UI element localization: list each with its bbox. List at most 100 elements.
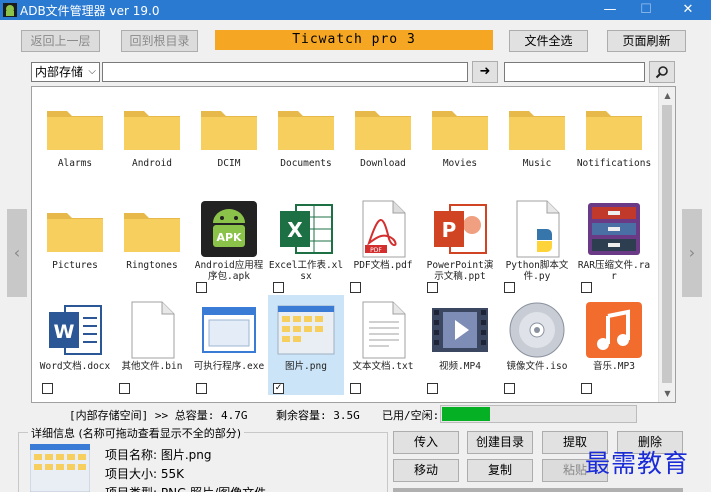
file-item[interactable]: P PowerPoint演示文稿.ppt xyxy=(422,194,498,294)
item-checkbox[interactable] xyxy=(196,282,207,293)
item-checkbox[interactable] xyxy=(427,383,438,394)
file-item[interactable]: 其他文件.bin xyxy=(114,295,190,395)
bottom-edge-strip xyxy=(393,488,683,492)
storage-usage-bar xyxy=(440,405,637,423)
item-checkbox[interactable] xyxy=(42,383,53,394)
folder-item[interactable]: Movies xyxy=(422,92,498,192)
item-label: 音乐.MP3 xyxy=(593,361,635,372)
path-input[interactable] xyxy=(102,62,468,82)
png-file-icon xyxy=(276,300,336,360)
folder-item[interactable]: Music xyxy=(499,92,575,192)
item-checkbox[interactable] xyxy=(581,383,592,394)
mp3-file-icon xyxy=(584,300,644,360)
refresh-button[interactable]: 页面刷新 xyxy=(607,30,686,52)
watermark-logo: 最需教育 xyxy=(585,449,690,478)
svg-text:X: X xyxy=(287,218,303,242)
search-input[interactable] xyxy=(504,62,645,82)
item-label: Excel工作表.xlsx xyxy=(268,260,344,282)
folder-item[interactable]: Download xyxy=(345,92,421,192)
item-label: Movies xyxy=(442,158,478,169)
upload-button[interactable]: 传入 xyxy=(393,431,459,454)
close-button[interactable]: ✕ xyxy=(668,0,708,20)
file-item[interactable]: PDF PDF文档.pdf xyxy=(345,194,421,294)
details-legend: 详细信息 (名称可拖动查看显示不全的部分) xyxy=(28,425,245,441)
docx-file-icon: W xyxy=(45,300,105,360)
item-checkbox[interactable] xyxy=(427,282,438,293)
file-item[interactable]: RAR压缩文件.rar xyxy=(576,194,652,294)
file-item[interactable]: 可执行程序.exe xyxy=(191,295,267,395)
folder-item[interactable]: Documents xyxy=(268,92,344,192)
item-label: 图片.png xyxy=(285,361,327,372)
item-checkbox[interactable]: ✓ xyxy=(273,383,284,394)
detail-name: 项目名称: 图片.png xyxy=(105,448,212,462)
folder-item[interactable]: Android xyxy=(114,92,190,192)
item-label: Android xyxy=(131,158,173,169)
file-item[interactable]: 音乐.MP3 xyxy=(576,295,652,395)
pdf-file-icon: PDF xyxy=(353,199,413,259)
next-page-button[interactable]: › xyxy=(682,209,702,297)
item-checkbox[interactable] xyxy=(350,282,361,293)
item-checkbox[interactable] xyxy=(119,383,130,394)
item-label: 可执行程序.exe xyxy=(193,361,265,372)
folder-icon xyxy=(430,97,490,157)
folder-item[interactable]: Notifications xyxy=(576,92,652,192)
item-checkbox[interactable] xyxy=(504,282,515,293)
scroll-down-arrow-icon[interactable]: ▼ xyxy=(659,385,675,402)
move-button[interactable]: 移动 xyxy=(393,459,459,482)
device-name-label: Ticwatch pro 3 xyxy=(215,30,493,50)
item-label: Download xyxy=(360,158,406,169)
file-item[interactable]: W Word文档.docx xyxy=(37,295,113,395)
item-label: Notifications xyxy=(576,158,652,169)
item-label: Python脚本文件.py xyxy=(505,260,569,282)
file-item[interactable]: 镜像文件.iso xyxy=(499,295,575,395)
copy-button[interactable]: 复制 xyxy=(467,459,533,482)
search-button[interactable] xyxy=(649,61,675,83)
item-label: 视频.MP4 xyxy=(439,361,481,372)
file-item[interactable]: 文本文档.txt xyxy=(345,295,421,395)
title-bar: ADB文件管理器 ver 19.0 — ☐ ✕ xyxy=(0,0,711,20)
storage-select[interactable]: 内部存储 ⌵ xyxy=(31,62,100,82)
item-label: Word文档.docx xyxy=(39,361,111,372)
folder-icon xyxy=(584,97,644,157)
file-grid: Alarms Android DCIM Documents Download Movies… xyxy=(31,86,676,403)
item-checkbox[interactable] xyxy=(273,282,284,293)
apk-file-icon: APK xyxy=(199,199,259,259)
file-preview-thumbnail xyxy=(30,444,90,492)
file-item[interactable]: APK Android应用程序包.apk xyxy=(191,194,267,294)
folder-item[interactable]: DCIM xyxy=(191,92,267,192)
storage-free-label: 剩余容量: 3.5G xyxy=(276,409,360,422)
folder-item[interactable]: Alarms xyxy=(37,92,113,192)
bin-file-icon xyxy=(122,300,182,360)
create-dir-button[interactable]: 创建目录 xyxy=(467,431,533,454)
storage-total-label: [内部存储空间] >> 总容量: 4.7G xyxy=(69,409,248,422)
select-all-button[interactable]: 文件全选 xyxy=(509,30,588,52)
go-button[interactable]: ➜ xyxy=(472,61,498,83)
file-item[interactable]: Python脚本文件.py xyxy=(499,194,575,294)
root-button[interactable]: 回到根目录 xyxy=(121,30,198,52)
item-checkbox[interactable] xyxy=(581,282,592,293)
folder-item[interactable]: Pictures xyxy=(37,194,113,294)
back-button[interactable]: 返回上一层 xyxy=(21,30,100,52)
minimize-button[interactable]: — xyxy=(590,0,630,20)
item-checkbox[interactable] xyxy=(196,383,207,394)
item-checkbox[interactable] xyxy=(350,383,361,394)
folder-icon xyxy=(353,97,413,157)
item-label: Documents xyxy=(280,158,332,169)
item-checkbox[interactable] xyxy=(504,383,515,394)
folder-icon xyxy=(45,97,105,157)
item-label: Ringtones xyxy=(126,260,178,271)
folder-icon xyxy=(276,97,336,157)
folder-icon xyxy=(122,199,182,259)
scrollbar-thumb[interactable] xyxy=(662,105,672,383)
window-title: ADB文件管理器 ver 19.0 xyxy=(20,4,160,18)
scroll-up-arrow-icon[interactable]: ▲ xyxy=(659,87,675,104)
file-item[interactable]: X Excel工作表.xlsx xyxy=(268,194,344,294)
folder-item[interactable]: Ringtones xyxy=(114,194,190,294)
prev-page-button[interactable]: ‹ xyxy=(7,209,27,297)
maximize-button[interactable]: ☐ xyxy=(626,0,666,20)
file-item[interactable]: 视频.MP4 xyxy=(422,295,498,395)
file-item[interactable]: 图片.png ✓ xyxy=(268,295,344,395)
detail-size: 项目大小: 55K xyxy=(105,467,184,481)
vertical-scrollbar[interactable]: ▲ ▼ xyxy=(658,87,675,402)
py-file-icon xyxy=(507,199,567,259)
